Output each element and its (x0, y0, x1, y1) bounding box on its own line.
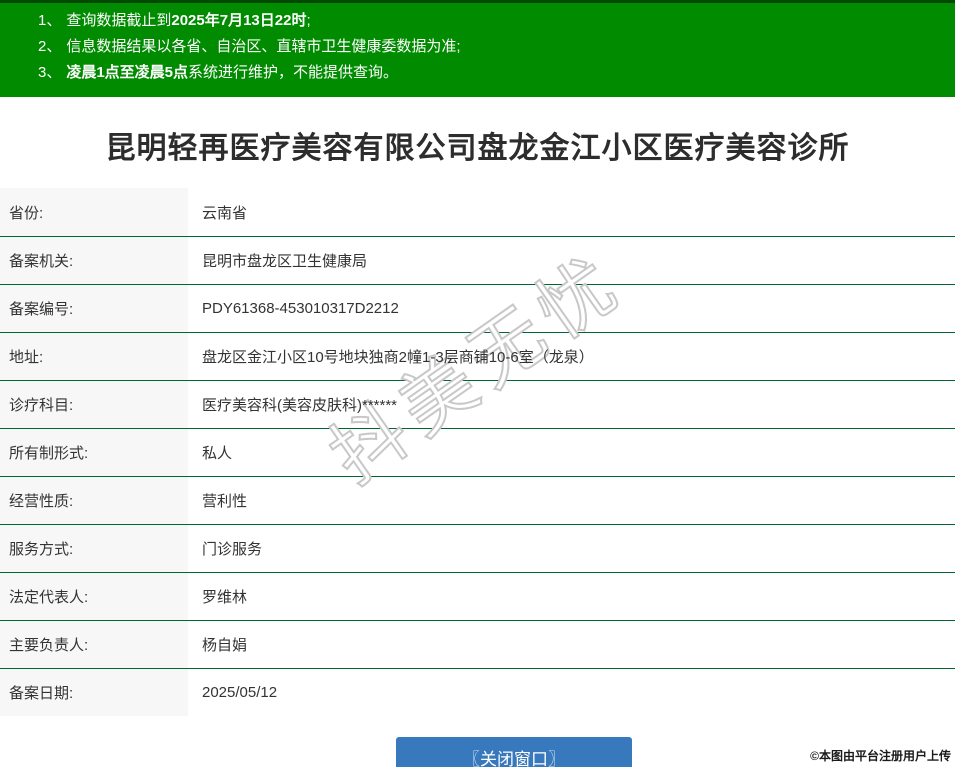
table-row: 服务方式: 门诊服务 (0, 524, 955, 572)
notice-item-number: 1、 (38, 12, 61, 29)
row-value: 云南省 (188, 188, 955, 236)
row-value: PDY61368-453010317D2212 (188, 285, 955, 332)
table-row: 经营性质: 营利性 (0, 476, 955, 524)
notice-item-text: 信息数据结果以各省、自治区、直辖市卫生健康委数据为准; (66, 38, 460, 55)
notice-banner: 1、查询数据截止到2025年7月13日22时;2、信息数据结果以各省、自治区、直… (0, 0, 955, 97)
row-label: 经营性质: (0, 477, 188, 524)
row-label: 诊疗科目: (0, 381, 188, 428)
row-value: 私人 (188, 429, 955, 476)
record-table: 省份: 云南省备案机关: 昆明市盘龙区卫生健康局备案编号: PDY61368-4530… (0, 188, 955, 716)
table-row: 主要负责人: 杨自娟 (0, 620, 955, 668)
notice-item-text: 系统进行维护，不能提供查询。 (188, 64, 398, 81)
notice-item-number: 2、 (38, 38, 61, 55)
page-title: 昆明轻再医疗美容有限公司盘龙金江小区医疗美容诊所 (0, 130, 955, 168)
notice-item: 2、信息数据结果以各省、自治区、直辖市卫生健康委数据为准; (38, 34, 945, 60)
table-row: 省份: 云南省 (0, 188, 955, 236)
table-row: 法定代表人: 罗维林 (0, 572, 955, 620)
page: 1、查询数据截止到2025年7月13日22时;2、信息数据结果以各省、自治区、直… (0, 0, 955, 767)
notice-item-text: ; (306, 12, 310, 29)
row-value: 营利性 (188, 477, 955, 524)
row-value: 罗维林 (188, 573, 955, 620)
row-value-text: 2025/05/12 (202, 684, 277, 701)
table-row: 备案编号: PDY61368-453010317D2212 (0, 284, 955, 332)
table-row: 备案日期: 2025/05/12 (0, 668, 955, 716)
row-label: 省份: (0, 188, 188, 236)
row-value: 2025/05/12 (188, 669, 955, 716)
row-label: 备案编号: (0, 285, 188, 332)
notice-list: 1、查询数据截止到2025年7月13日22时;2、信息数据结果以各省、自治区、直… (0, 3, 955, 86)
row-value: 门诊服务 (188, 525, 955, 572)
row-value: 杨自娟 (188, 621, 955, 668)
row-value-text: PDY61368-453010317D2212 (202, 300, 399, 317)
row-value-text: 云南省 (202, 202, 247, 223)
notice-item: 3、凌晨1点至凌晨5点系统进行维护，不能提供查询。 (38, 60, 945, 86)
row-value-text: 杨自娟 (202, 634, 247, 655)
row-value-text: 医疗美容科(美容皮肤科)****** (202, 394, 397, 415)
row-label: 主要负责人: (0, 621, 188, 668)
notice-item-text-bold: 2025年7月13日22时 (171, 12, 306, 29)
notice-item-text-bold: 凌晨1点至凌晨5点 (66, 64, 188, 81)
row-label: 备案机关: (0, 237, 188, 284)
row-value-text: 盘龙区金江小区10号地块独商2幢1-3层商铺10-6室（龙泉） (202, 346, 594, 367)
row-label: 服务方式: (0, 525, 188, 572)
notice-item-text: 查询数据截止到 (66, 12, 171, 29)
row-label: 地址: (0, 333, 188, 380)
row-value-text: 门诊服务 (202, 538, 262, 559)
table-row: 所有制形式: 私人 (0, 428, 955, 476)
notice-item-number: 3、 (38, 64, 61, 81)
row-label: 备案日期: (0, 669, 188, 716)
table-row: 地址: 盘龙区金江小区10号地块独商2幢1-3层商铺10-6室（龙泉） (0, 332, 955, 380)
notice-item: 1、查询数据截止到2025年7月13日22时; (38, 8, 945, 34)
row-value-text: 罗维林 (202, 586, 247, 607)
table-row: 备案机关: 昆明市盘龙区卫生健康局 (0, 236, 955, 284)
row-value-text: 营利性 (202, 490, 247, 511)
row-label: 所有制形式: (0, 429, 188, 476)
row-value-text: 昆明市盘龙区卫生健康局 (202, 250, 367, 271)
row-value: 医疗美容科(美容皮肤科)****** (188, 381, 955, 428)
close-window-button[interactable]: 〖关闭窗口〗 (396, 737, 632, 767)
upload-credit-watermark: ©本图由平台注册用户上传 (810, 747, 951, 764)
row-value-text: 私人 (202, 442, 232, 463)
row-value: 昆明市盘龙区卫生健康局 (188, 237, 955, 284)
row-label: 法定代表人: (0, 573, 188, 620)
table-row: 诊疗科目: 医疗美容科(美容皮肤科)****** (0, 380, 955, 428)
row-value: 盘龙区金江小区10号地块独商2幢1-3层商铺10-6室（龙泉） (188, 333, 955, 380)
